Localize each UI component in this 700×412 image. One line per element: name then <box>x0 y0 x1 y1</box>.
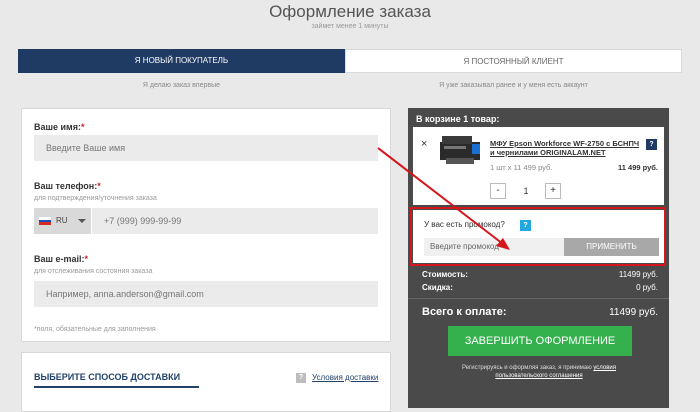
required-footnote: *поля, обязательные для заполнения <box>34 326 156 333</box>
tab-new-customer-note: Я делаю заказ впервые <box>142 82 221 89</box>
tab-new-customer[interactable]: Я НОВЫЙ ПОКУПАТЕЛЬ <box>18 49 345 73</box>
tab-existing-customer-note: Я уже заказывал ранее и у меня есть акка… <box>439 82 588 89</box>
discount-value: 0 руб. <box>636 283 658 292</box>
cart-heading: В корзине 1 товар: <box>416 114 500 124</box>
delivery-panel <box>21 352 391 412</box>
delivery-title-underline <box>34 386 199 388</box>
discount-label: Скидка: <box>422 283 453 292</box>
checkout-button[interactable]: ЗАВЕРШИТЬ ОФОРМЛЕНИЕ <box>448 326 632 356</box>
item-help-icon[interactable]: ? <box>646 139 657 150</box>
phone-country-code: RU <box>56 216 68 225</box>
chevron-down-icon <box>78 219 86 223</box>
help-icon[interactable]: ? <box>296 373 306 383</box>
email-label: Ваш e-mail:* <box>34 254 89 264</box>
name-label: Ваше имя:* <box>34 122 85 132</box>
phone-label: Ваш телефон:* <box>34 181 101 191</box>
summary-divider <box>408 298 669 299</box>
cost-value: 11499 руб. <box>618 270 658 279</box>
legal-text: Регистрируясь и оформляя заказ, я приним… <box>461 365 617 379</box>
delivery-title: ВЫБЕРИТЕ СПОСОБ ДОСТАВКИ <box>34 372 181 382</box>
page-subtitle: займет менее 1 минуты <box>311 23 389 30</box>
name-input[interactable]: Введите Ваше имя <box>34 135 378 161</box>
annotation-arrow <box>377 147 510 250</box>
tab-existing-customer[interactable]: Я ПОСТОЯННЫЙ КЛИЕНТ <box>345 49 682 73</box>
cost-label: Стоимость: <box>422 270 468 279</box>
phone-input[interactable]: +7 (999) 999-99-99 <box>92 208 378 234</box>
phone-hint: для подтверждения/уточнения заказа <box>34 195 157 202</box>
email-hint: для отслеживания состояния заказа <box>34 268 153 275</box>
page-title: Оформление заказа <box>269 2 431 21</box>
legal-agreement-link[interactable]: пользовательского соглашения <box>495 373 582 379</box>
phone-country-select[interactable]: RU <box>34 208 91 234</box>
total-value: 11499 руб. <box>609 307 658 318</box>
cart-item-total: 11 499 руб. <box>618 163 658 172</box>
total-label: Всего к оплате: <box>422 306 507 318</box>
qty-plus-button[interactable]: + <box>545 183 561 199</box>
email-input[interactable]: Например, anna.anderson@gmail.com <box>34 281 378 307</box>
delivery-terms-link[interactable]: Условия доставки <box>312 373 378 382</box>
legal-terms-link[interactable]: условия <box>593 365 616 371</box>
russia-flag-icon <box>39 217 51 226</box>
